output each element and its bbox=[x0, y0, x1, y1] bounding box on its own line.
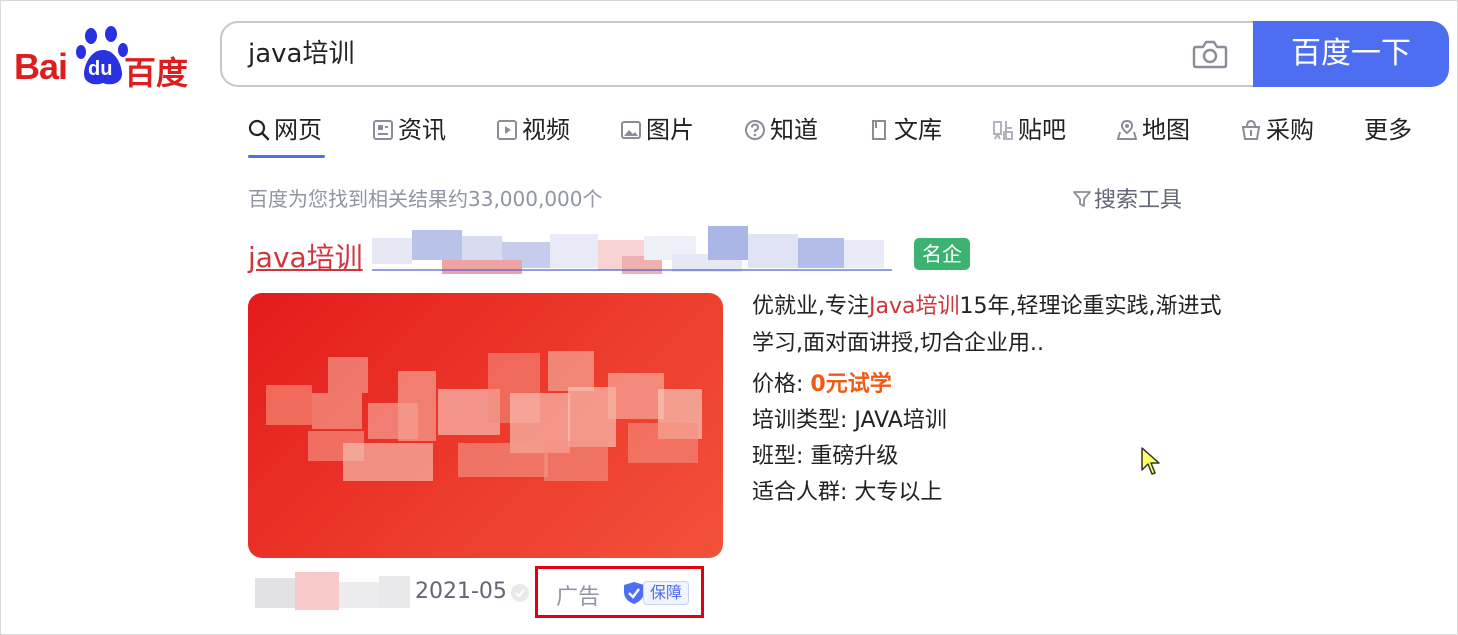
desc-text: 优就业,专注 bbox=[752, 294, 869, 319]
result-description: 优就业,专注Java培训15年,轻理论重实践,渐进式学习,面对面讲授,切合企业用… bbox=[752, 288, 1232, 362]
logo-text-paw: du bbox=[88, 58, 113, 80]
news-icon bbox=[373, 120, 393, 140]
active-tab-underline bbox=[248, 155, 325, 158]
info-label: 适合人群: bbox=[752, 480, 848, 505]
info-training-type: 培训类型: JAVA培训 bbox=[752, 402, 947, 434]
guarantee-badge[interactable]: 保障 bbox=[643, 581, 690, 605]
search-box: java培训 bbox=[220, 21, 1254, 87]
purchase-icon bbox=[1241, 119, 1261, 140]
info-value: JAVA培训 bbox=[854, 408, 947, 433]
ad-highlight-box: 广告 保障 bbox=[535, 566, 704, 618]
blurred-source bbox=[255, 572, 410, 610]
info-value: 重磅升级 bbox=[810, 444, 899, 469]
blurred-title-region bbox=[372, 226, 892, 274]
shield-icon bbox=[624, 582, 644, 604]
ad-label[interactable]: 广告 bbox=[556, 579, 600, 611]
info-label: 培训类型: bbox=[752, 408, 848, 433]
result-count: 百度为您找到相关结果约33,000,000个 bbox=[248, 187, 603, 211]
tab-label: 视频 bbox=[522, 116, 570, 144]
question-icon bbox=[745, 120, 765, 140]
logo-text-cn: 百度 bbox=[124, 55, 189, 91]
search-tools-button[interactable]: 搜索工具 bbox=[1072, 182, 1182, 214]
mouse-cursor bbox=[1141, 447, 1160, 475]
search-input[interactable]: java培训 bbox=[248, 23, 354, 85]
tab-map[interactable]: 地图 bbox=[1116, 112, 1190, 152]
tab-label: 资讯 bbox=[398, 116, 446, 144]
result-thumbnail[interactable] bbox=[248, 293, 723, 558]
tab-news[interactable]: 资讯 bbox=[372, 112, 446, 152]
blurred-thumbnail-content bbox=[266, 351, 702, 481]
video-icon bbox=[497, 120, 517, 140]
tab-label: 知道 bbox=[770, 116, 818, 144]
tab-label: 采购 bbox=[1266, 116, 1314, 144]
result-date: 2021-05 bbox=[415, 579, 507, 604]
famous-enterprise-badge: 名企 bbox=[914, 238, 970, 270]
tab-video[interactable]: 视频 bbox=[496, 112, 570, 152]
search-icon bbox=[248, 119, 270, 141]
info-price: 价格: 0元试学 bbox=[752, 366, 892, 398]
desc-highlight: Java培训 bbox=[869, 294, 960, 319]
tieba-icon bbox=[993, 121, 1013, 140]
tab-wenku[interactable]: 文库 bbox=[868, 112, 942, 152]
image-icon bbox=[621, 121, 641, 139]
tab-label: 图片 bbox=[646, 116, 694, 144]
filter-icon bbox=[1073, 191, 1091, 207]
map-icon bbox=[1116, 119, 1138, 140]
camera-icon[interactable] bbox=[1192, 39, 1228, 69]
tab-label: 地图 bbox=[1142, 116, 1190, 144]
info-label: 班型: bbox=[752, 444, 804, 469]
window-frame bbox=[0, 0, 1458, 635]
logo-text-latin: Bai bbox=[14, 46, 68, 87]
result-title-link[interactable]: java培训 bbox=[248, 236, 363, 276]
baidu-logo[interactable]: Bai du 百度 bbox=[12, 26, 194, 91]
tab-tieba[interactable]: 贴吧 bbox=[992, 112, 1066, 152]
tab-more[interactable]: 更多 bbox=[1364, 112, 1412, 152]
tab-image[interactable]: 图片 bbox=[620, 112, 694, 152]
info-value: 大专以上 bbox=[854, 480, 943, 505]
tab-label: 更多 bbox=[1364, 116, 1412, 144]
tab-webpage[interactable]: 网页 bbox=[248, 112, 325, 158]
tab-purchase[interactable]: 采购 bbox=[1240, 112, 1314, 152]
info-audience: 适合人群: 大专以上 bbox=[752, 474, 942, 506]
document-icon bbox=[872, 120, 886, 140]
tab-label: 文库 bbox=[894, 116, 942, 144]
info-label: 价格: bbox=[752, 372, 804, 397]
search-tools-label: 搜索工具 bbox=[1094, 188, 1183, 213]
tab-label: 网页 bbox=[274, 116, 322, 144]
info-value: 0元试学 bbox=[810, 372, 892, 397]
tab-zhidao[interactable]: 知道 bbox=[744, 112, 818, 152]
tab-label: 贴吧 bbox=[1018, 116, 1066, 144]
verify-icon[interactable] bbox=[510, 583, 530, 603]
search-button[interactable]: 百度一下 bbox=[1253, 21, 1449, 87]
info-class-type: 班型: 重磅升级 bbox=[752, 438, 898, 470]
